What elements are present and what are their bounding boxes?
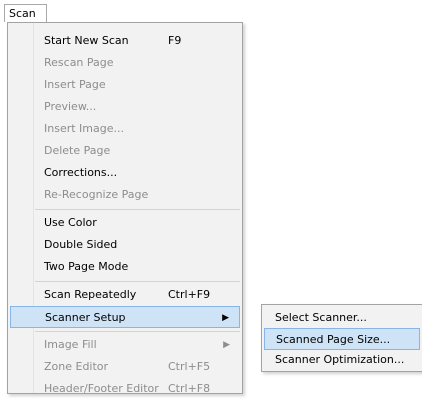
menu-item-scan-repeatedly[interactable]: Scan Repeatedly Ctrl+F9 bbox=[10, 284, 240, 306]
menu-item-insert-image[interactable]: Insert Image... bbox=[10, 118, 240, 140]
scan-menu-dropdown: Start New Scan F9 Rescan Page Insert Pag… bbox=[7, 22, 243, 395]
submenu-item-scanned-page-size[interactable]: Scanned Page Size... bbox=[264, 328, 420, 350]
menu-item-shortcut: F9 bbox=[168, 34, 182, 47]
menu-item-label: Double Sided bbox=[44, 238, 118, 251]
submenu-arrow-icon: ▶ bbox=[222, 313, 229, 323]
menu-item-rescan-page[interactable]: Rescan Page bbox=[10, 52, 240, 74]
menu-item-label: Re-Recognize Page bbox=[44, 188, 149, 201]
submenu-arrow-icon: ▶ bbox=[223, 340, 230, 350]
menu-item-zone-editor[interactable]: Zone Editor Ctrl+F5 bbox=[10, 356, 240, 378]
submenu-item-label: Scanner Optimization... bbox=[275, 353, 405, 366]
menu-item-image-fill[interactable]: Image Fill ▶ bbox=[10, 334, 240, 356]
menu-item-label: Insert Image... bbox=[44, 122, 124, 135]
menu-item-scanner-setup[interactable]: Scanner Setup ▶ bbox=[10, 306, 240, 328]
submenu-item-label: Scanned Page Size... bbox=[276, 333, 391, 346]
menu-item-label: Insert Page bbox=[44, 78, 106, 91]
menu-separator bbox=[35, 331, 240, 332]
menu-item-use-color[interactable]: Use Color bbox=[10, 212, 240, 234]
menu-item-start-new-scan[interactable]: Start New Scan F9 bbox=[10, 30, 240, 52]
menu-item-label: Scan Repeatedly bbox=[44, 288, 137, 301]
menu-item-label: Start New Scan bbox=[44, 34, 129, 47]
submenu-item-select-scanner[interactable]: Select Scanner... bbox=[264, 307, 420, 329]
scanner-setup-submenu: Select Scanner... Scanned Page Size... S… bbox=[261, 304, 422, 372]
menu-item-label: Two Page Mode bbox=[44, 260, 129, 273]
menu-item-insert-page[interactable]: Insert Page bbox=[10, 74, 240, 96]
menu-scan[interactable]: Scan bbox=[4, 4, 47, 22]
menu-item-corrections[interactable]: Corrections... bbox=[10, 162, 240, 184]
menu-item-preview[interactable]: Preview... bbox=[10, 96, 240, 118]
submenu-item-scanner-optimization[interactable]: Scanner Optimization... bbox=[264, 349, 420, 371]
menu-item-delete-page[interactable]: Delete Page bbox=[10, 140, 240, 162]
menu-item-re-recognize-page[interactable]: Re-Recognize Page bbox=[10, 184, 240, 206]
menu-item-label: Delete Page bbox=[44, 144, 111, 157]
menu-separator bbox=[35, 209, 240, 210]
menu-item-header-footer-editor[interactable]: Header/Footer Editor Ctrl+F8 bbox=[10, 378, 240, 400]
menu-scan-label: Scan bbox=[9, 7, 36, 20]
menu-item-label: Zone Editor bbox=[44, 360, 109, 373]
menu-item-shortcut: Ctrl+F8 bbox=[168, 382, 211, 395]
menu-item-double-sided[interactable]: Double Sided bbox=[10, 234, 240, 256]
menu-item-label: Scanner Setup bbox=[45, 311, 126, 324]
menu-item-label: Corrections... bbox=[44, 166, 118, 179]
menu-item-two-page-mode[interactable]: Two Page Mode bbox=[10, 256, 240, 278]
menu-item-label: Use Color bbox=[44, 216, 97, 229]
menu-item-shortcut: Ctrl+F5 bbox=[168, 360, 211, 373]
menu-item-label: Rescan Page bbox=[44, 56, 114, 69]
menu-item-shortcut: Ctrl+F9 bbox=[168, 288, 211, 301]
menu-separator bbox=[35, 281, 240, 282]
menu-item-label: Header/Footer Editor bbox=[44, 382, 159, 395]
submenu-item-label: Select Scanner... bbox=[275, 311, 367, 324]
menu-item-label: Preview... bbox=[44, 100, 97, 113]
menu-item-label: Image Fill bbox=[44, 338, 97, 351]
